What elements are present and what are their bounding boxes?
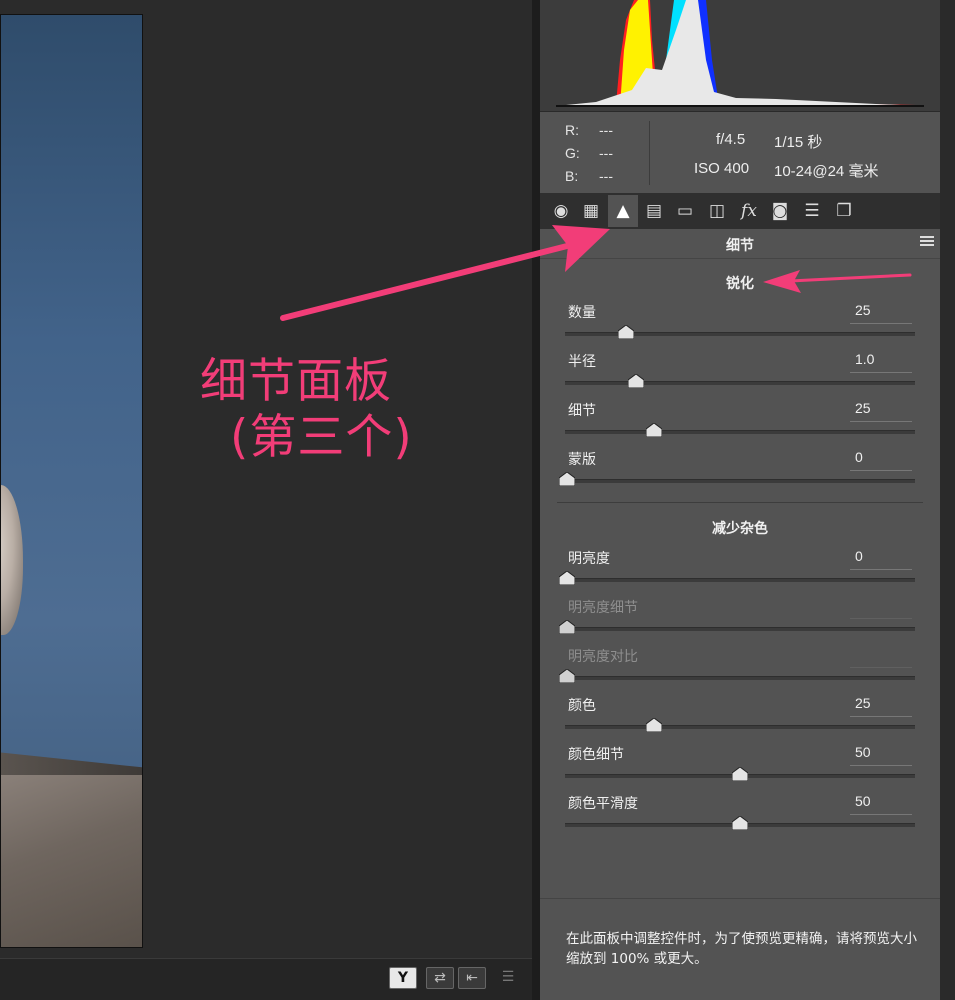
noise-reduction-control: 明亮度对比	[540, 646, 940, 694]
noise-reduction-control: 颜色 25	[540, 695, 940, 743]
slider-track	[565, 676, 915, 680]
slider-label: 颜色	[568, 698, 596, 714]
slider-thumb	[559, 620, 575, 634]
preview-toolbar: Y ⇄ ⇤ ☰	[0, 958, 532, 1000]
section-divider	[557, 502, 923, 503]
preview-preferences-icon[interactable]: ☰	[494, 967, 522, 989]
zoom-hint-text: 在此面板中调整控件时，为了使预览更精确，请将预览大小缩放到 100% 或更大。	[566, 931, 917, 967]
slider-track[interactable]	[565, 578, 915, 582]
noise-reduction-heading: 减少杂色	[712, 521, 768, 537]
slider-thumb[interactable]	[617, 325, 634, 339]
slider-track[interactable]	[565, 479, 915, 483]
slider-value-field[interactable]: 0	[850, 548, 912, 570]
slider-thumb[interactable]	[559, 472, 575, 486]
slider-label: 颜色平滑度	[568, 796, 638, 812]
shutter-speed-value: 1/15 秒	[774, 134, 823, 151]
before-after-toggle-button[interactable]: Y	[389, 967, 417, 989]
pedestal-image	[1, 775, 142, 947]
slider-label: 明亮度细节	[568, 600, 638, 616]
sharpening-heading: 锐化	[726, 276, 754, 292]
slider-label: 数量	[568, 305, 596, 321]
camera-calibration-icon[interactable]: ◙	[765, 195, 795, 227]
histogram-graph	[556, 0, 924, 107]
slider-value-field[interactable]: 1.0	[850, 351, 912, 373]
focal-length-value: 10-24@24 毫米	[774, 163, 879, 180]
slider-label: 明亮度	[568, 551, 610, 567]
panel-footer: 在此面板中调整控件时，为了使预览更精确，请将预览大小缩放到 100% 或更大。	[540, 898, 940, 1000]
panel-header: 细节	[540, 229, 940, 259]
lens-corrections-icon[interactable]: ◫	[702, 195, 732, 227]
slider-thumb[interactable]	[732, 767, 748, 781]
slider-value-field[interactable]: 25	[850, 302, 912, 324]
presets-icon[interactable]: ☰	[797, 195, 827, 227]
statue-image	[1, 485, 23, 635]
histogram-white-luminance	[556, 0, 924, 106]
slider-thumb[interactable]	[732, 816, 748, 830]
sharpening-control: 蒙版 0	[540, 449, 940, 497]
noise-reduction-control: 颜色细节 50	[540, 744, 940, 792]
slider-thumb	[559, 669, 575, 683]
slider-track	[565, 627, 915, 631]
blue-readout: B: ---	[565, 168, 613, 184]
detail-icon[interactable]: ▲	[608, 195, 638, 227]
slider-label: 明亮度对比	[568, 649, 638, 665]
info-divider	[649, 121, 650, 185]
annotation-subtitle: (第三个)	[230, 410, 413, 465]
split-toning-icon[interactable]: ▭	[670, 195, 700, 227]
tone-curve-icon[interactable]: ▦	[576, 195, 606, 227]
slider-value-field[interactable]: 25	[850, 400, 912, 422]
slider-label: 细节	[568, 403, 596, 419]
panel-tabs: ◉ ▦ ▲ ▤ ▭ ◫ fx ◙ ☰ ❐	[540, 193, 940, 229]
sharpening-control: 细节 25	[540, 400, 940, 448]
slider-value-field[interactable]: 25	[850, 695, 912, 717]
red-readout: R: ---	[565, 122, 613, 138]
noise-reduction-control: 明亮度细节	[540, 597, 940, 645]
pixel-info: R: --- G: --- B: --- f/4.5 1/15 秒 ISO 400 1…	[540, 113, 940, 193]
noise-reduction-control: 颜色平滑度 50	[540, 793, 940, 841]
noise-reduction-control: 明亮度 0	[540, 548, 940, 596]
slider-label: 颜色细节	[568, 747, 624, 763]
effects-icon[interactable]: fx	[734, 195, 764, 227]
sharpening-control: 半径 1.0	[540, 351, 940, 399]
slider-value-field[interactable]: 50	[850, 744, 912, 766]
slider-thumb[interactable]	[645, 718, 662, 732]
slider-thumb[interactable]	[628, 374, 645, 388]
photo-preview[interactable]	[0, 14, 143, 948]
slider-value-field	[850, 597, 912, 619]
panel-divider	[532, 0, 540, 1000]
slider-thumb[interactable]	[645, 423, 662, 437]
sharpening-control: 数量 25	[540, 302, 940, 350]
panel-menu-icon[interactable]	[920, 236, 934, 250]
slider-value-field[interactable]: 0	[850, 449, 912, 471]
slider-value-field	[850, 646, 912, 668]
histogram	[540, 0, 940, 112]
slider-track[interactable]	[565, 381, 915, 385]
hsl-icon[interactable]: ▤	[639, 195, 669, 227]
slider-thumb[interactable]	[559, 571, 575, 585]
slider-track[interactable]	[565, 430, 915, 434]
panel-title: 细节	[726, 238, 754, 254]
iso-value: ISO 400	[694, 160, 750, 177]
slider-label: 半径	[568, 354, 596, 370]
slider-value-field[interactable]: 50	[850, 793, 912, 815]
panel-scroll-edge	[940, 0, 955, 1000]
aperture-icon[interactable]: ◉	[546, 195, 576, 227]
snapshots-icon[interactable]: ❐	[829, 195, 859, 227]
copy-settings-button[interactable]: ⇤	[458, 967, 486, 989]
aperture-value: f/4.5	[716, 131, 746, 148]
slider-label: 蒙版	[568, 452, 596, 468]
green-readout: G: ---	[565, 145, 613, 161]
slider-track[interactable]	[565, 725, 915, 729]
adjustment-panel: R: --- G: --- B: --- f/4.5 1/15 秒 ISO 400 1…	[540, 0, 940, 1000]
swap-settings-button[interactable]: ⇄	[426, 967, 454, 989]
image-preview-area	[0, 0, 532, 958]
histogram-baseline	[556, 105, 924, 107]
histogram-red-channel	[556, 0, 924, 106]
